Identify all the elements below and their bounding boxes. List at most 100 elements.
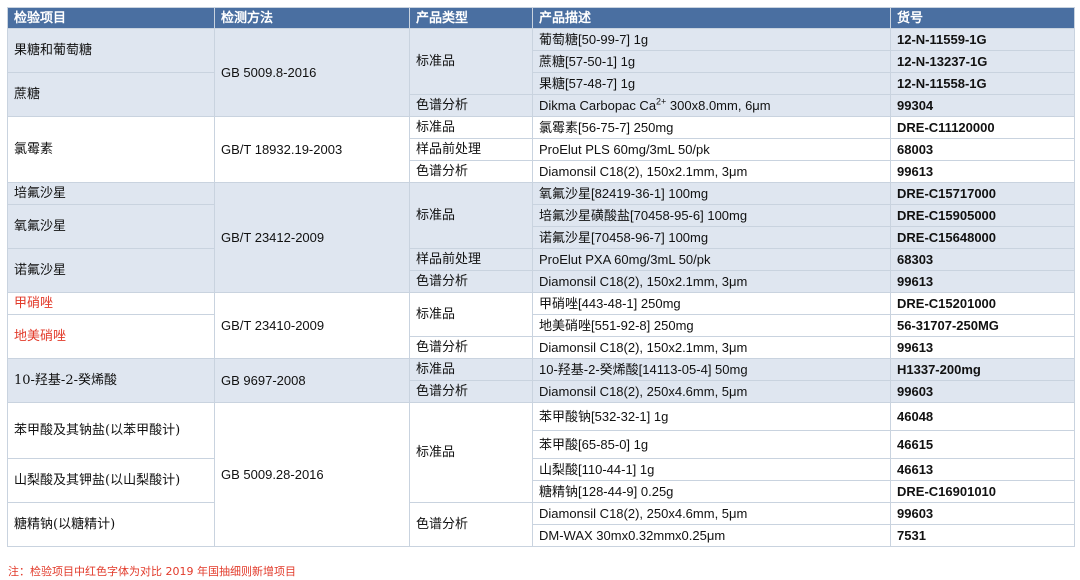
- product-type-cell: 标准品: [409, 116, 533, 139]
- catalog-number-cell: 99613: [890, 270, 1075, 293]
- product-description-cell: Diamonsil C18(2), 150x2.1mm, 3μm: [532, 336, 891, 359]
- catalog-number-cell: DRE-C15905000: [890, 204, 1075, 227]
- catalog-number-cell: 99603: [890, 380, 1075, 403]
- table-row: 氧氟沙星 培氟沙星磺酸盐[70458-95-6] 100mg DRE-C159050…: [7, 204, 1075, 249]
- description-text-tail: 300x8.0mm, 6μm: [666, 97, 771, 113]
- table-row: 10-羟基-2-癸烯酸 GB 9697-2008 标准品 10-羟基-2-癸烯酸[14…: [7, 358, 1075, 403]
- table-row: 培氟沙星 GB/T 23412-2009 标准品 氧氟沙星[82419-36-1] 1…: [7, 182, 1075, 293]
- product-type-cell: 色谱分析: [409, 160, 533, 183]
- catalog-number-cell: H1337-200mg: [890, 358, 1075, 381]
- product-type-cell: 色谱分析: [409, 94, 533, 117]
- product-description-cell: ProElut PLS 60mg/3mL 50/pk: [532, 138, 891, 161]
- catalog-number-cell: 99304: [890, 94, 1075, 117]
- product-description-cell: DM-WAX 30mx0.32mmx0.25μm: [532, 524, 891, 547]
- catalog-number-cell: 46048: [890, 402, 1075, 431]
- inspection-item-cell: 山梨酸及其钾盐(以山梨酸计): [7, 458, 215, 503]
- inspection-item-cell: 甲硝唑: [7, 292, 215, 315]
- product-description-cell: 苯甲酸[65-85-0] 1g: [532, 430, 891, 459]
- product-description-cell: 氯霉素[56-75-7] 250mg: [532, 116, 891, 139]
- header-product-description: 产品描述: [532, 7, 891, 29]
- inspection-item-cell: 培氟沙星: [7, 182, 215, 205]
- catalog-number-cell: 56-31707-250MG: [890, 314, 1075, 337]
- test-method-cell: GB 9697-2008: [214, 358, 410, 403]
- catalog-number-cell: 46615: [890, 430, 1075, 459]
- catalog-number-cell: 46613: [890, 458, 1075, 481]
- product-description-cell: Diamonsil C18(2), 250x4.6mm, 5μm: [532, 380, 891, 403]
- product-table: 检验项目 检测方法 产品类型 产品描述 货号 果糖和葡萄糖 GB 5009.8-2…: [7, 7, 1075, 547]
- table-row: 蔗糖 果糖[57-48-7] 1g 12-N-11558-1G: [7, 72, 1075, 117]
- product-description-cell: Diamonsil C18(2), 150x2.1mm, 3μm: [532, 160, 891, 183]
- catalog-number-cell: DRE-C15717000: [890, 182, 1075, 205]
- product-description-cell: ProElut PXA 60mg/3mL 50/pk: [532, 248, 891, 271]
- header-product-type: 产品类型: [409, 7, 533, 29]
- catalog-number-cell: 12-N-11558-1G: [890, 72, 1075, 95]
- product-type-cell: 标准品: [409, 182, 533, 249]
- product-description-cell: 氧氟沙星[82419-36-1] 100mg: [532, 182, 891, 205]
- product-description-cell: Diamonsil C18(2), 250x4.6mm, 5μm: [532, 502, 891, 525]
- inspection-item-cell: 糖精钠(以糖精计): [7, 502, 215, 547]
- inspection-item-cell: 苯甲酸及其钠盐(以苯甲酸计): [7, 402, 215, 459]
- test-method-cell: GB/T 23412-2009: [214, 182, 410, 293]
- test-method-cell: GB/T 23410-2009: [214, 292, 410, 359]
- product-type-cell: 标准品: [409, 292, 533, 337]
- product-description-cell: 培氟沙星磺酸盐[70458-95-6] 100mg: [532, 204, 891, 227]
- header-test-method: 检测方法: [214, 7, 410, 29]
- product-type-cell: 色谱分析: [409, 336, 533, 359]
- product-description-cell: 地美硝唑[551-92-8] 250mg: [532, 314, 891, 337]
- inspection-item-cell: 氯霉素: [7, 116, 215, 183]
- product-type-cell: 标准品: [409, 358, 533, 381]
- product-description-cell: 蔗糖[57-50-1] 1g: [532, 50, 891, 73]
- product-type-cell: 色谱分析: [409, 502, 533, 547]
- inspection-item-cell: 诺氟沙星: [7, 248, 215, 293]
- inspection-item-cell: 10-羟基-2-癸烯酸: [7, 358, 215, 403]
- product-type-cell: 标准品: [409, 402, 533, 503]
- table-row: 氯霉素 GB/T 18932.19-2003 标准品 氯霉素[56-75-7] 250…: [7, 116, 1075, 183]
- description-text: Dikma Carbopac Ca: [539, 97, 657, 113]
- product-type-cell: 样品前处理: [409, 248, 533, 271]
- table-header-row: 检验项目 检测方法 产品类型 产品描述 货号: [7, 7, 1075, 29]
- catalog-number-cell: 99603: [890, 502, 1075, 525]
- product-description-cell: 果糖[57-48-7] 1g: [532, 72, 891, 95]
- table-row: 果糖和葡萄糖 GB 5009.8-2016 标准品 葡萄糖[50-99-7] 1g 12…: [7, 28, 1075, 117]
- table-row: 诺氟沙星 样品前处理 ProElut PXA 60mg/3mL 50/pk 68303: [7, 248, 1075, 293]
- catalog-number-cell: DRE-C15201000: [890, 292, 1075, 315]
- superscript-text: 2+: [656, 96, 667, 107]
- inspection-item-cell: 蔗糖: [7, 72, 215, 117]
- product-type-cell: 色谱分析: [409, 380, 533, 403]
- catalog-number-cell: DRE-C16901010: [890, 480, 1075, 503]
- product-type-cell: 样品前处理: [409, 138, 533, 161]
- header-catalog-number: 货号: [890, 7, 1075, 29]
- inspection-item-cell: 氧氟沙星: [7, 204, 215, 249]
- catalog-number-cell: 99613: [890, 336, 1075, 359]
- test-method-cell: GB 5009.8-2016: [214, 28, 410, 117]
- inspection-item-cell: 地美硝唑: [7, 314, 215, 359]
- product-description-cell: 10-羟基-2-癸烯酸[14113-05-4] 50mg: [532, 358, 891, 381]
- page: 检验项目 检测方法 产品类型 产品描述 货号 果糖和葡萄糖 GB 5009.8-2…: [0, 0, 1080, 580]
- product-description-cell: 诺氟沙星[70458-96-7] 100mg: [532, 226, 891, 249]
- table-row: 苯甲酸及其钠盐(以苯甲酸计) GB 5009.28-2016 标准品 苯甲酸钠[532…: [7, 402, 1075, 547]
- product-description-cell: 山梨酸[110-44-1] 1g: [532, 458, 891, 481]
- test-method-cell: GB 5009.28-2016: [214, 402, 410, 547]
- catalog-number-cell: 7531: [890, 524, 1075, 547]
- table-body: 果糖和葡萄糖 GB 5009.8-2016 标准品 葡萄糖[50-99-7] 1g 12…: [7, 28, 1075, 547]
- product-description-cell: Diamonsil C18(2), 150x2.1mm, 3μm: [532, 270, 891, 293]
- catalog-number-cell: 68303: [890, 248, 1075, 271]
- catalog-number-cell: 99613: [890, 160, 1075, 183]
- product-type-cell: 色谱分析: [409, 270, 533, 293]
- product-description-cell: 葡萄糖[50-99-7] 1g: [532, 28, 891, 51]
- table-row: 糖精钠(以糖精计) 色谱分析 Diamonsil C18(2), 250x4.6mm…: [7, 502, 1075, 547]
- header-inspection-item: 检验项目: [7, 7, 215, 29]
- catalog-number-cell: DRE-C11120000: [890, 116, 1075, 139]
- product-description-cell: Dikma Carbopac Ca2+ 300x8.0mm, 6μm: [532, 94, 891, 117]
- product-description-cell: 苯甲酸钠[532-32-1] 1g: [532, 402, 891, 431]
- product-description-cell: 糖精钠[128-44-9] 0.25g: [532, 480, 891, 503]
- catalog-number-cell: 12-N-13237-1G: [890, 50, 1075, 73]
- table-row: 甲硝唑 GB/T 23410-2009 标准品 甲硝唑[443-48-1] 250mg…: [7, 292, 1075, 359]
- catalog-number-cell: DRE-C15648000: [890, 226, 1075, 249]
- table-row: 地美硝唑 地美硝唑[551-92-8] 250mg 56-31707-250MG: [7, 314, 1075, 359]
- product-description-cell: 甲硝唑[443-48-1] 250mg: [532, 292, 891, 315]
- catalog-number-cell: 68003: [890, 138, 1075, 161]
- footnote: 注：检验项目中红色字体为对比 2019 年国抽细则新增项目: [8, 565, 296, 578]
- product-type-cell: 标准品: [409, 28, 533, 95]
- inspection-item-cell: 果糖和葡萄糖: [7, 28, 215, 73]
